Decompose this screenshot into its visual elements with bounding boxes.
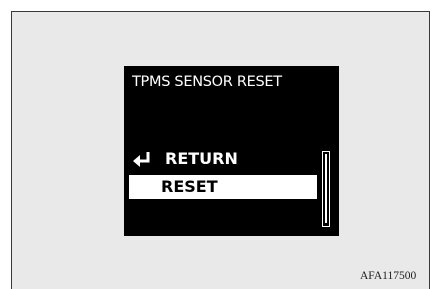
screen-title: TPMS SENSOR RESET (132, 74, 282, 90)
return-arrow-icon (133, 152, 150, 167)
illustration-frame: TPMS SENSOR RESET RETURN RESET (11, 11, 430, 289)
figure-code: AFA117500 (360, 270, 417, 282)
menu-item-reset-label: RESET (161, 177, 218, 196)
menu-item-return-label: RETURN (165, 149, 238, 168)
menu-item-return[interactable]: RETURN (129, 147, 317, 171)
info-display-screen: TPMS SENSOR RESET RETURN RESET (124, 66, 339, 236)
scrollbar-thumb[interactable] (325, 154, 327, 223)
scrollbar[interactable] (322, 151, 330, 227)
menu-item-reset[interactable]: RESET (129, 175, 317, 199)
